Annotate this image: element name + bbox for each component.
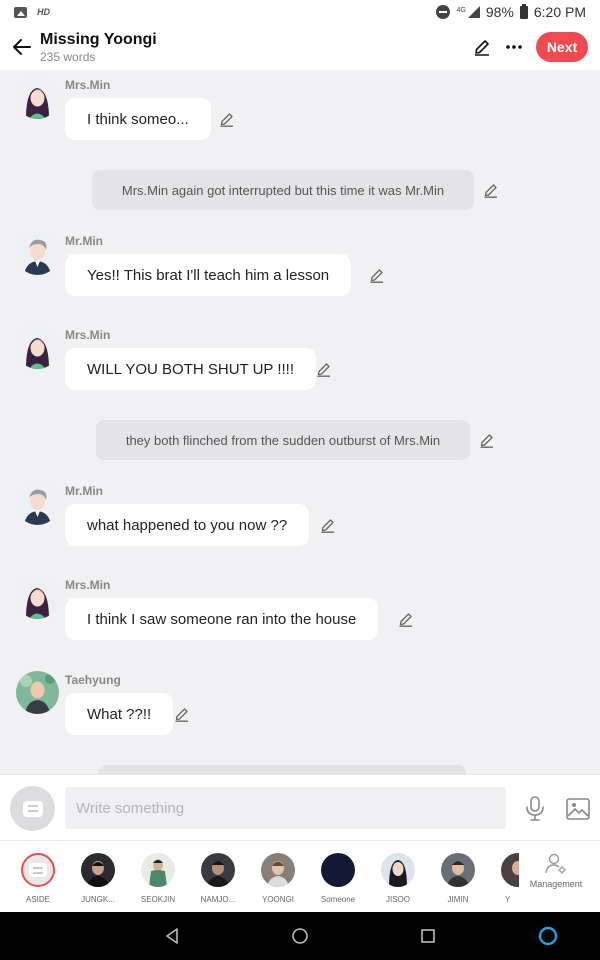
speaker-name: Mrs.Min xyxy=(65,328,111,342)
avatar-mrs-min[interactable] xyxy=(16,326,59,369)
recents-square-icon[interactable] xyxy=(418,926,438,946)
speaker-name: Mr.Min xyxy=(65,484,103,498)
edit-message-icon[interactable] xyxy=(219,111,235,127)
image-icon[interactable] xyxy=(566,798,590,820)
edit-message-icon[interactable] xyxy=(320,517,336,533)
chat-area[interactable]: Mrs.Min I think someo... Mrs.Min again g… xyxy=(0,70,600,774)
message-bubble[interactable]: WILL YOU BOTH SHUT UP !!!! xyxy=(65,348,316,390)
battery-percent: 98% xyxy=(485,4,514,20)
character-seokjin[interactable]: SEOKJIN xyxy=(133,853,183,904)
speaker-name: Mr.Min xyxy=(65,234,103,248)
edit-message-icon[interactable] xyxy=(398,611,414,627)
avatar-taehyung[interactable] xyxy=(16,671,59,714)
narration-bubble[interactable]: they both flinched from the sudden outbu… xyxy=(96,420,470,460)
message-input[interactable] xyxy=(65,787,506,829)
message-bubble[interactable]: I think I saw someone ran into the house xyxy=(65,598,379,640)
system-nav-bar xyxy=(0,912,600,960)
message-bubble[interactable]: What ??!! xyxy=(65,693,174,735)
story-title: Missing Yoongi xyxy=(40,31,157,48)
edit-message-icon[interactable] xyxy=(369,267,385,283)
message-bubble[interactable]: what happened to you now ?? xyxy=(65,504,310,546)
top-bar: Missing Yoongi 235 words Next xyxy=(0,24,600,70)
character-avatar xyxy=(441,853,475,887)
character-avatar xyxy=(381,853,415,887)
character-label: Y xyxy=(505,895,511,904)
person-settings-icon xyxy=(545,853,566,874)
character-avatar xyxy=(141,853,175,887)
next-button[interactable]: Next xyxy=(536,32,588,62)
avatar-mrs-min[interactable] xyxy=(16,76,59,119)
message-bubble[interactable]: Yes!! This brat I'll teach him a lesson xyxy=(65,254,352,296)
character-avatar xyxy=(501,853,519,887)
do-not-disturb-icon xyxy=(436,5,451,19)
message-bubble[interactable]: I think someo... xyxy=(65,98,211,140)
character-label: YOONGI xyxy=(261,895,294,904)
speaker-name: Mrs.Min xyxy=(65,578,111,592)
character-selector: ASIDE JUNGK... SEOKJIN NAMJO... YOONGI S… xyxy=(0,840,600,912)
character-namjoon[interactable]: NAMJO... xyxy=(193,853,243,904)
character-avatar xyxy=(321,853,355,887)
edit-message-icon[interactable] xyxy=(483,182,499,198)
character-label: NAMJO... xyxy=(200,895,236,904)
character-aside[interactable]: ASIDE xyxy=(13,853,63,904)
speech-bubble-icon xyxy=(29,863,47,877)
home-circle-icon[interactable] xyxy=(290,926,310,946)
narration-bubble[interactable]: Mrs.Min again got interrupted but this t… xyxy=(92,170,474,210)
hd-indicator: HD xyxy=(37,7,50,17)
edit-message-icon[interactable] xyxy=(479,432,495,448)
status-bar: HD 4G 98% 6:20 PM xyxy=(0,0,600,24)
back-arrow-icon[interactable] xyxy=(12,37,32,57)
assistant-icon[interactable] xyxy=(537,925,558,946)
signal-icon xyxy=(467,6,480,18)
battery-icon xyxy=(519,3,528,19)
character-jimin[interactable]: JIMIN xyxy=(433,853,483,904)
character-avatar xyxy=(261,853,295,887)
character-avatar xyxy=(201,853,235,887)
speech-bubble-icon xyxy=(22,800,43,817)
character-label: Someone xyxy=(320,895,356,904)
management-label: Management xyxy=(529,879,583,889)
network-type: 4G xyxy=(456,7,466,14)
character-partial[interactable]: Y xyxy=(493,853,519,904)
narration-bubble-partial xyxy=(98,765,466,774)
character-label: SEOKJIN xyxy=(140,895,176,904)
avatar-mr-min[interactable] xyxy=(16,482,59,525)
management-button[interactable]: Management xyxy=(526,853,586,889)
character-jungkook[interactable]: JUNGK... xyxy=(73,853,123,904)
avatar-mr-min[interactable] xyxy=(16,232,59,275)
character-yoongi[interactable]: YOONGI xyxy=(253,853,303,904)
edit-message-icon[interactable] xyxy=(174,706,190,722)
more-options-icon[interactable] xyxy=(504,37,524,57)
character-label: JISOO xyxy=(385,895,410,904)
character-someone[interactable]: Someone xyxy=(313,853,363,904)
edit-message-icon[interactable] xyxy=(316,361,332,377)
character-label: JIMIN xyxy=(447,895,469,904)
back-triangle-icon[interactable] xyxy=(163,926,183,946)
edit-pencil-icon[interactable] xyxy=(472,37,492,57)
speaker-name: Taehyung xyxy=(65,673,121,687)
microphone-icon[interactable] xyxy=(524,796,546,822)
character-label: JUNGK... xyxy=(81,895,115,904)
speaker-name: Mrs.Min xyxy=(65,78,111,92)
character-avatar xyxy=(81,853,115,887)
character-label: ASIDE xyxy=(25,895,50,904)
gallery-notification-icon xyxy=(14,6,27,18)
clock: 6:20 PM xyxy=(533,4,586,20)
character-jisoo[interactable]: JISOO xyxy=(373,853,423,904)
avatar-mrs-min[interactable] xyxy=(16,576,59,619)
aside-avatar xyxy=(21,853,55,887)
composer-bar xyxy=(0,774,600,840)
word-count: 235 words xyxy=(40,50,96,64)
aside-toggle-button[interactable] xyxy=(10,786,55,831)
